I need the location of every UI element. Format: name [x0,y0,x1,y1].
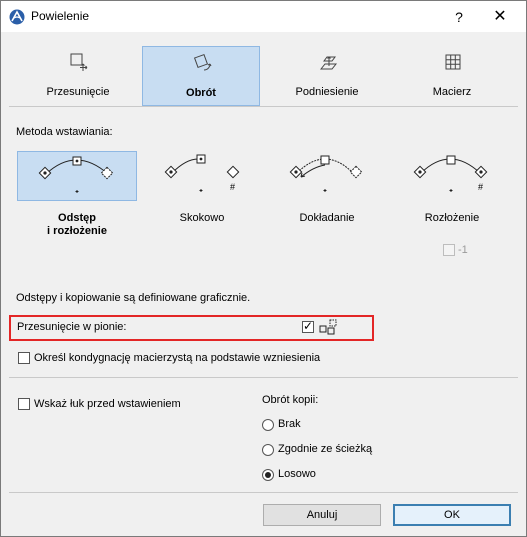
divider [9,492,518,493]
radio-brak[interactable] [262,419,274,431]
tab-macierz[interactable]: Macierz [393,46,511,106]
duplicate-dialog: Powielenie ? ✕ Przesunięcie Obrót Podnie… [0,0,527,537]
move-icon [70,53,88,71]
window-title: Powielenie [31,9,90,23]
vertical-offset-checkbox[interactable] [302,319,314,333]
step-method-icon: # [164,154,240,192]
method-option-add[interactable] [267,151,387,201]
distribute-method-icon: # [413,155,488,192]
floor-by-elevation-label: Określ kondygnację macierzystą na podsta… [34,352,321,364]
svg-text:#: # [230,182,235,192]
matrix-icon [445,54,461,70]
tab-label: Przesunięcie [46,86,110,98]
vertical-offset-label: Przesunięcie w pionie: [17,321,127,333]
method-label: Odstęp [58,212,96,224]
radio-brak-label: Brak [278,418,301,430]
method-label: Dokładanie [299,212,355,224]
elevate-icon [319,56,338,70]
tab-label: Macierz [432,86,472,98]
title-bar: Powielenie ? ✕ [1,1,526,32]
method-option-step[interactable]: # [142,151,262,201]
method-label: i rozłożenie [47,225,107,237]
method-option-distribute[interactable]: # [392,151,512,201]
ok-button[interactable]: OK [393,504,511,526]
tab-obrot[interactable]: Obrót [142,46,260,106]
spacing-method-icon [38,156,114,193]
radio-along-path-label: Zgodnie ze ścieżką [278,443,373,455]
add-method-icon [289,155,363,192]
radio-along-path[interactable] [262,444,274,456]
radio-random-label: Losowo [278,468,316,480]
tabs-divider [9,106,518,107]
svg-text:#: # [478,182,483,192]
tab-label: Podniesienie [295,86,359,98]
app-logo-icon [9,9,25,25]
method-label: Rozłożenie [424,212,480,224]
rotate-icon [193,53,212,71]
method-label: Skokowo [179,212,225,224]
show-arc-label: Wskaż łuk przed wstawieniem [34,398,181,410]
minus-one-checkbox[interactable] [443,244,455,256]
info-text: Odstępy i kopiowanie są definiowane graf… [16,292,251,304]
close-button[interactable]: ✕ [490,7,510,27]
cancel-button[interactable]: Anuluj [263,504,381,526]
copy-rotation-heading: Obrót kopii: [262,394,319,406]
help-button[interactable]: ? [449,7,469,27]
tab-label: Obrót [186,87,216,99]
vertical-offset-icon [319,319,337,335]
method-heading: Metoda wstawiania: [16,126,113,138]
method-option-spacing[interactable] [17,151,137,201]
divider [9,377,518,378]
minus-one-label: -1 [458,244,468,256]
floor-by-elevation-checkbox[interactable] [18,352,30,364]
tab-podniesienie[interactable]: Podniesienie [268,46,386,106]
tab-przesuniecie[interactable]: Przesunięcie [19,46,137,106]
show-arc-checkbox[interactable] [18,398,30,410]
radio-random[interactable] [262,469,274,481]
